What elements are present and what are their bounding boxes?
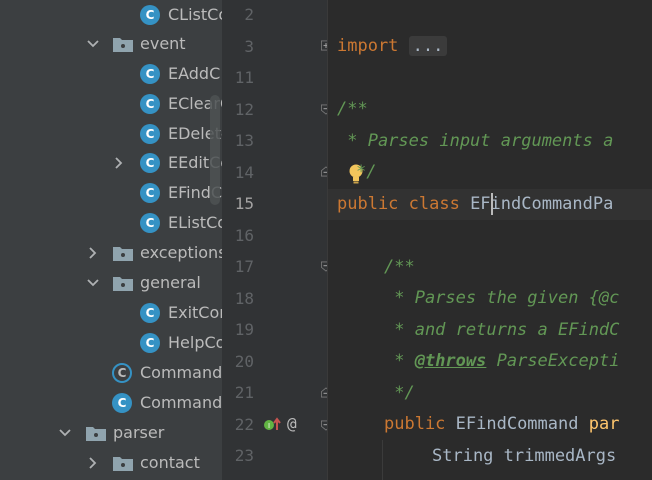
code-editor[interactable]: import ... /** * Parses input arguments …	[328, 0, 652, 480]
tree-item-label: exceptions	[140, 243, 222, 262]
line-number: 14	[234, 163, 254, 182]
tree-item-label: HelpCo	[168, 333, 222, 352]
line-number: 22	[234, 415, 254, 434]
code-line-23: String trimmedArgs	[432, 446, 617, 466]
tree-item-label: ExitCom	[168, 303, 222, 322]
line-number: 11	[234, 68, 254, 87]
chevron-down-icon[interactable]	[58, 426, 72, 440]
line-number: 21	[234, 383, 254, 402]
javadoc-tag: @throws	[414, 351, 487, 371]
class-icon: C	[140, 183, 160, 203]
svg-text:I: I	[268, 422, 270, 430]
chevron-right-icon[interactable]	[112, 156, 126, 170]
class-icon: C	[140, 333, 160, 353]
tree-folder-parser[interactable]: parser	[0, 418, 222, 448]
tree-item[interactable]: C EEditCo	[0, 148, 222, 178]
class-icon: C	[140, 303, 160, 323]
tree-item[interactable]: C Command	[0, 358, 222, 388]
line-number: 17	[234, 257, 254, 276]
line-number: 20	[234, 352, 254, 371]
code-line-17: /**	[384, 257, 415, 277]
tree-item[interactable]: C Command	[0, 388, 222, 418]
chevron-down-icon[interactable]	[86, 37, 100, 51]
tree-item-label: general	[140, 273, 201, 292]
class-icon: C	[140, 153, 160, 173]
line-number: 12	[234, 100, 254, 119]
tree-folder-exceptions[interactable]: exceptions	[0, 238, 222, 268]
class-icon: C	[140, 64, 160, 84]
comment-text: ParseExcepti	[486, 351, 620, 371]
class-icon: C	[140, 124, 160, 144]
indent-guide	[382, 440, 383, 480]
tree-folder-general[interactable]: general	[0, 268, 222, 298]
tree-item[interactable]: C EDelete	[0, 119, 222, 149]
tree-item-label: parser	[113, 423, 165, 442]
tree-folder-contact[interactable]: contact	[0, 448, 222, 478]
comment-prefix: *	[384, 351, 415, 371]
line-number: 18	[234, 289, 254, 308]
line-number-current: 15	[234, 194, 254, 213]
class-icon: C	[140, 5, 160, 25]
code-line-19: * and returns a EFindC	[384, 320, 620, 340]
code-line-13: * Parses input arguments a	[337, 131, 614, 151]
line-number: 2	[244, 5, 254, 24]
chevron-right-icon[interactable]	[86, 246, 100, 260]
tree-item-label: EAddC	[168, 64, 221, 83]
implements-icon[interactable]: I	[263, 416, 283, 434]
tree-item-label: CListCo	[168, 5, 222, 24]
tree-item[interactable]: C ExitCom	[0, 298, 222, 328]
class-icon: C	[140, 213, 160, 233]
tree-item-label: event	[140, 34, 186, 53]
tree-item[interactable]: C HelpCo	[0, 328, 222, 358]
keyword: public class	[337, 194, 471, 214]
code-line-15: public class EFindCommandPa	[337, 194, 613, 214]
tree-scrollbar-thumb[interactable]	[210, 95, 220, 205]
line-number: 13	[234, 131, 254, 150]
tree-item-label: EListCo	[168, 213, 222, 232]
code-line-18: * Parses the given {@c	[384, 288, 620, 308]
code-line-21: */	[384, 383, 415, 403]
tree-item[interactable]: C EListCo	[0, 208, 222, 238]
folder-icon	[113, 247, 133, 261]
line-number: 16	[234, 226, 254, 245]
tree-item[interactable]: C CListCo	[0, 0, 222, 30]
class-icon: C	[140, 94, 160, 114]
tree-item-label: Command	[140, 363, 222, 382]
abstract-class-icon: C	[112, 363, 132, 383]
class-icon: C	[112, 393, 132, 413]
code-line-20: * @throws ParseExcepti	[384, 351, 619, 371]
folder-icon	[113, 277, 133, 291]
code-line-3: import ...	[337, 36, 448, 56]
keyword: import	[337, 36, 399, 56]
tree-item[interactable]: C EAddC	[0, 59, 222, 89]
line-number: 3	[244, 37, 254, 56]
chevron-down-icon[interactable]	[86, 276, 100, 290]
tree-item-label: contact	[140, 453, 200, 472]
folder-icon	[113, 457, 133, 471]
tree-item-label: Command	[140, 393, 222, 412]
tree-item[interactable]: C EFindCo	[0, 178, 222, 208]
method-name: par	[588, 414, 620, 434]
chevron-right-icon[interactable]	[86, 456, 100, 470]
folder-icon	[86, 427, 106, 441]
return-type: EFindCommand	[455, 414, 589, 434]
project-tree[interactable]: C CListCo event C EAddC C EClearC C EDel…	[0, 0, 222, 480]
keyword: public	[384, 414, 456, 434]
tree-folder-event[interactable]: event	[0, 29, 222, 59]
code-line-14: */	[356, 162, 377, 182]
code-line-22: public EFindCommand par	[384, 414, 619, 434]
line-number: 23	[234, 446, 254, 465]
text-caret	[491, 193, 493, 215]
folder-icon	[113, 38, 133, 52]
folded-imports[interactable]: ...	[408, 36, 448, 56]
tree-item[interactable]: C EClearC	[0, 89, 222, 119]
code-line-12: /**	[337, 99, 368, 119]
annotation-marker[interactable]: @	[287, 414, 297, 433]
line-number: 19	[234, 320, 254, 339]
